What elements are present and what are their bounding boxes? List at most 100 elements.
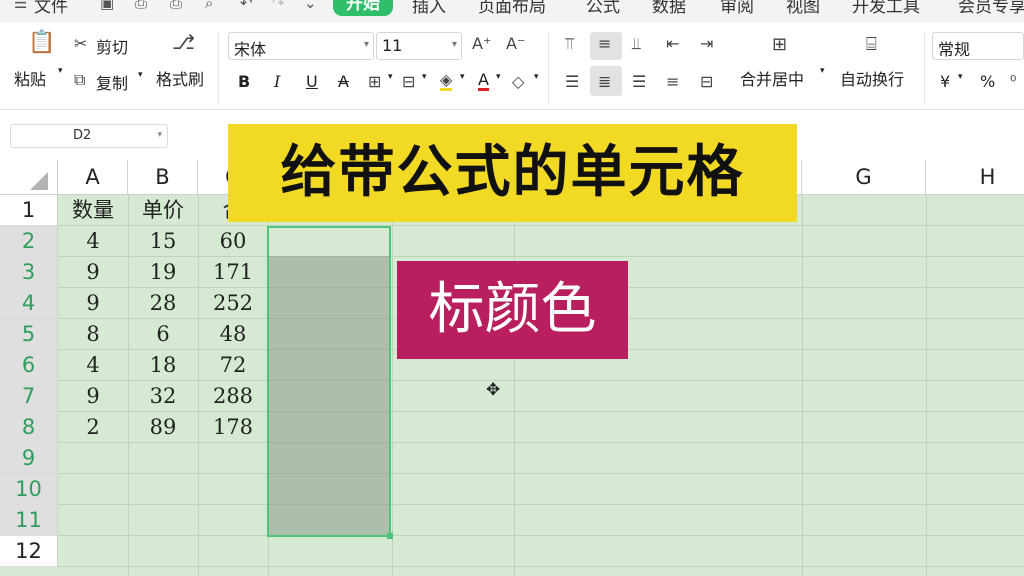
row-header-6[interactable]: 6 [0, 350, 58, 381]
active-cell-d2[interactable] [269, 228, 389, 256]
select-all-corner[interactable] [0, 160, 58, 195]
format-painter-icon[interactable]: ⎇ [172, 30, 195, 54]
tab-developer[interactable]: 开发工具 [852, 0, 920, 17]
paste-button[interactable]: 粘贴 [14, 66, 46, 90]
merge-dropdown-icon[interactable]: ▾ [820, 66, 825, 76]
font-color-dropdown-icon[interactable]: ▾ [496, 72, 501, 82]
print-icon[interactable]: ⎙ [170, 0, 182, 12]
tab-page-layout[interactable]: 页面布局 [478, 0, 546, 17]
row-header-10[interactable]: 10 [0, 474, 58, 505]
paste-dropdown-icon[interactable]: ▾ [58, 66, 63, 76]
eraser-icon[interactable]: ◇ [512, 72, 524, 91]
merge-center-button[interactable]: 合并居中 [740, 66, 804, 90]
tab-formulas[interactable]: 公式 [586, 0, 620, 17]
currency-button[interactable]: ¥ [940, 72, 950, 91]
cell-c4[interactable]: 252 [198, 288, 268, 319]
tab-data[interactable]: 数据 [652, 0, 686, 17]
file-menu[interactable]: 文件 [34, 0, 68, 17]
fill-color-dropdown-icon[interactable]: ▾ [460, 72, 465, 82]
font-size-select[interactable]: 11 ▾ [376, 32, 462, 60]
cell-b3[interactable]: 19 [128, 257, 198, 288]
scissors-icon[interactable]: ✂ [74, 34, 87, 53]
align-right-icon[interactable]: ☰ [632, 72, 646, 91]
row-header-4[interactable]: 4 [0, 288, 58, 319]
cell-a4[interactable]: 9 [58, 288, 128, 319]
decrease-indent-icon[interactable]: ⇤ [666, 34, 679, 53]
strikethrough-icon[interactable]: A [338, 72, 349, 91]
cell-a8[interactable]: 2 [58, 412, 128, 443]
row-header-3[interactable]: 3 [0, 257, 58, 288]
align-middle-icon[interactable]: ≡ [598, 34, 611, 53]
align-center-icon[interactable]: ≣ [598, 72, 611, 91]
cell-c2[interactable]: 60 [198, 226, 268, 257]
number-format-select[interactable]: 常规 [932, 32, 1024, 60]
wrap-text-button[interactable]: 自动换行 [840, 66, 904, 90]
cell-b4[interactable]: 28 [128, 288, 198, 319]
font-name-select[interactable]: 宋体 ▾ [228, 32, 374, 60]
tab-review[interactable]: 审阅 [720, 0, 754, 17]
percent-button[interactable]: % [980, 72, 995, 91]
cell-b5[interactable]: 6 [128, 319, 198, 350]
merge-center-icon[interactable]: ⊞ [772, 34, 787, 55]
column-header-b[interactable]: B [128, 160, 198, 195]
undo-icon[interactable]: ↶ [240, 0, 253, 12]
distributed-icon[interactable]: ⊟ [700, 72, 713, 91]
cell-b7[interactable]: 32 [128, 381, 198, 412]
row-header-1[interactable]: 1 [0, 195, 58, 226]
currency-dropdown-icon[interactable]: ▾ [958, 72, 963, 82]
tab-view[interactable]: 视图 [786, 0, 820, 17]
format-painter-button[interactable]: 格式刷 [156, 66, 204, 90]
cell-style-icon[interactable]: ⊟ [402, 72, 415, 91]
cell-style-dropdown-icon[interactable]: ▾ [422, 72, 427, 82]
column-header-h[interactable]: H [926, 160, 1024, 195]
cell-c8[interactable]: 178 [198, 412, 268, 443]
copy-dropdown-icon[interactable]: ▾ [138, 70, 143, 80]
border-icon[interactable]: ⊞ [368, 72, 381, 91]
align-left-icon[interactable]: ☰ [565, 72, 579, 91]
italic-icon[interactable]: I [274, 72, 280, 91]
selected-range[interactable] [267, 226, 391, 537]
row-header-11[interactable]: 11 [0, 505, 58, 536]
row-header-5[interactable]: 5 [0, 319, 58, 350]
chevron-down-icon[interactable]: ⌄ [304, 0, 317, 12]
cut-button[interactable]: 剪切 [96, 34, 128, 58]
preview-icon[interactable]: ⌕ [205, 0, 213, 12]
cell-b8[interactable]: 89 [128, 412, 198, 443]
name-box[interactable]: D2 ▾ [10, 124, 168, 148]
copy-button[interactable]: 复制 [96, 70, 128, 94]
spreadsheet-grid[interactable]: A B C D E F G H 1 2 3 4 5 6 7 8 9 10 11 … [0, 160, 1024, 576]
eraser-dropdown-icon[interactable]: ▾ [534, 72, 539, 82]
row-header-9[interactable]: 9 [0, 443, 58, 474]
increase-indent-icon[interactable]: ⇥ [700, 34, 713, 53]
justify-icon[interactable]: ≡ [666, 72, 679, 91]
cell-c7[interactable]: 288 [198, 381, 268, 412]
increase-font-icon[interactable]: A⁺ [472, 34, 491, 53]
save-icon[interactable]: ▣ [100, 0, 114, 12]
cell-b1[interactable]: 单价 [128, 195, 198, 226]
font-color-icon[interactable]: A [478, 72, 489, 91]
cell-c3[interactable]: 171 [198, 257, 268, 288]
align-top-icon[interactable]: ⫪ [565, 34, 574, 54]
align-bottom-icon[interactable]: ⫫ [632, 34, 641, 54]
thousands-icon[interactable]: ⁰ [1010, 72, 1016, 91]
fill-color-icon[interactable]: ◈ [440, 72, 453, 91]
wrap-text-icon[interactable]: ⌸ [866, 34, 877, 55]
decrease-font-icon[interactable]: A⁻ [506, 34, 525, 53]
column-header-g[interactable]: G [802, 160, 926, 195]
cell-c6[interactable]: 72 [198, 350, 268, 381]
cell-b2[interactable]: 15 [128, 226, 198, 257]
cell-b6[interactable]: 18 [128, 350, 198, 381]
menu-icon[interactable]: ☰ [14, 0, 27, 12]
tab-member[interactable]: 会员专享 [958, 0, 1024, 17]
underline-icon[interactable]: U [306, 72, 318, 91]
row-header-2[interactable]: 2 [0, 226, 58, 257]
cell-a3[interactable]: 9 [58, 257, 128, 288]
column-header-a[interactable]: A [58, 160, 128, 195]
cell-a1[interactable]: 数量 [58, 195, 128, 226]
row-header-8[interactable]: 8 [0, 412, 58, 443]
print-preview-icon[interactable]: ⎙ [135, 0, 147, 12]
border-dropdown-icon[interactable]: ▾ [388, 72, 393, 82]
tab-insert[interactable]: 插入 [412, 0, 446, 17]
fill-handle[interactable] [387, 533, 393, 539]
paste-icon[interactable]: 📋 [28, 30, 55, 55]
